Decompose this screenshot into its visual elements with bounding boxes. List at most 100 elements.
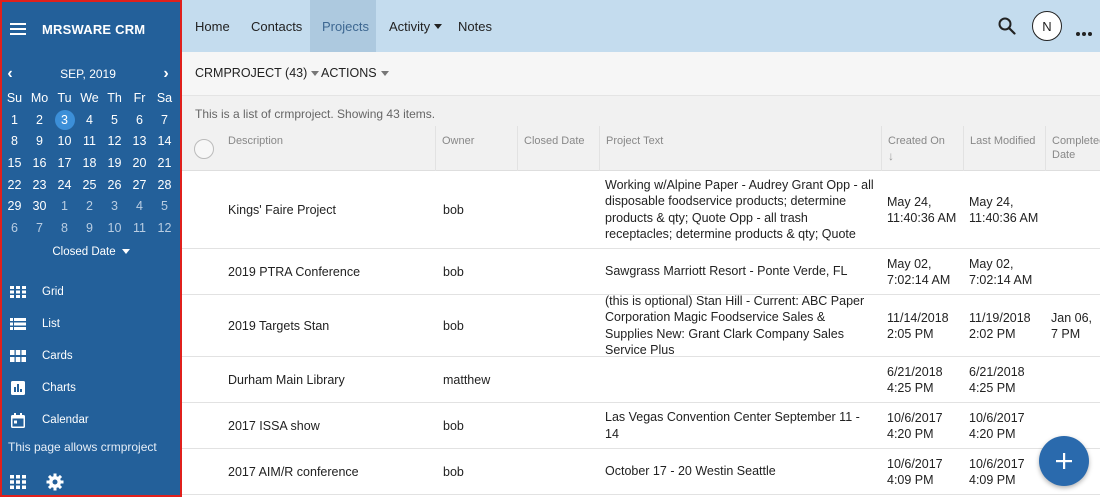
calendar-day[interactable]: 14 [152, 134, 177, 148]
calendar-day-next-month[interactable]: 8 [52, 221, 77, 235]
calendar-day-next-month[interactable]: 7 [27, 221, 52, 235]
view-list[interactable]: List [2, 308, 180, 340]
calendar-day[interactable]: 24 [52, 178, 77, 192]
table-row[interactable]: 2017 AIM/R conference bob October 17 - 2… [182, 449, 1100, 495]
cell-closed-date [517, 295, 599, 356]
chevron-right-icon[interactable]: › [160, 65, 172, 83]
cell-created-on: 6/21/2018 4:25 PM [887, 364, 943, 395]
calendar-day[interactable]: 22 [2, 178, 27, 192]
calendar-day[interactable]: 21 [152, 156, 177, 170]
cell-completed-date [1045, 249, 1100, 294]
calendar-day[interactable]: 5 [102, 113, 127, 127]
calendar-day-next-month[interactable]: 2 [77, 199, 102, 213]
calendar-week: 6 7 8 9 10 11 12 [2, 217, 180, 239]
calendar-day-next-month[interactable]: 4 [127, 199, 152, 213]
avatar[interactable]: N [1032, 11, 1062, 41]
calendar-day[interactable]: 28 [152, 178, 177, 192]
calendar-day-next-month[interactable]: 5 [152, 199, 177, 213]
table-row[interactable]: 2019 Targets Stan bob (this is optional)… [182, 295, 1100, 357]
tab-home[interactable]: Home [183, 0, 242, 52]
column-project-text[interactable]: Project Text [599, 126, 881, 171]
view-calendar[interactable]: Calendar [2, 404, 180, 436]
calendar-day[interactable]: 6 [127, 113, 152, 127]
entity-label: CRMPROJECT (43) [195, 66, 308, 80]
calendar-day-next-month[interactable]: 1 [52, 199, 77, 213]
cell-closed-date [517, 357, 599, 402]
calendar-day[interactable]: 8 [2, 134, 27, 148]
cell-owner: bob [443, 318, 464, 333]
calendar-day-next-month[interactable]: 9 [77, 221, 102, 235]
calendar-day-next-month[interactable]: 12 [152, 221, 177, 235]
search-icon[interactable] [998, 17, 1016, 35]
calendar-day[interactable]: 25 [77, 178, 102, 192]
column-owner[interactable]: Owner [435, 126, 517, 171]
calendar-day[interactable]: 26 [102, 178, 127, 192]
calendar-day-next-month[interactable]: 6 [2, 221, 27, 235]
calendar-week: 1 2 3 4 5 6 7 [2, 109, 180, 131]
view-grid[interactable]: Grid [2, 276, 180, 308]
calendar-day[interactable]: 27 [127, 178, 152, 192]
more-options-icon[interactable] [1075, 24, 1093, 36]
view-charts[interactable]: Charts [2, 372, 180, 404]
tab-projects[interactable]: Projects [310, 0, 376, 52]
view-grid-label: Grid [42, 286, 64, 298]
today-label: 3 [54, 109, 75, 130]
calendar-day[interactable]: 4 [77, 113, 102, 127]
tab-notes[interactable]: Notes [446, 0, 504, 52]
calendar-day[interactable]: 18 [77, 156, 102, 170]
gear-icon[interactable] [46, 473, 64, 491]
calendar-day[interactable]: 1 [2, 113, 27, 127]
table-row[interactable]: 2017 ISSA show bob Las Vegas Convention … [182, 403, 1100, 449]
table-row[interactable]: 2019 PTRA Conference bob Sawgrass Marrio… [182, 249, 1100, 295]
calendar-day[interactable]: 11 [77, 134, 102, 148]
calendar-day[interactable]: 20 [127, 156, 152, 170]
column-description[interactable]: Description [222, 126, 435, 171]
weekday-label: Mo [30, 90, 49, 105]
calendar-day[interactable]: 15 [2, 156, 27, 170]
calendar-day[interactable]: 13 [127, 134, 152, 148]
actions-dropdown[interactable]: ACTIONS [321, 66, 389, 80]
cell-project-text: October 17 - 20 Westin Seattle [605, 464, 776, 479]
tab-activity[interactable]: Activity [377, 0, 454, 52]
cell-created-on: May 02, 7:02:14 AM [887, 256, 951, 287]
cell-completed-date [1045, 171, 1100, 248]
column-created-on[interactable]: Created On ↓ [881, 126, 963, 171]
mini-calendar: Su Mo Tu We Th Fr Sa 1 2 3 4 5 6 7 8 9 1… [2, 87, 180, 239]
tab-activity-label: Activity [389, 18, 431, 34]
calendar-week: 15 16 17 18 19 20 21 [2, 152, 180, 174]
calendar-day-next-month[interactable]: 10 [102, 221, 127, 235]
calendar-day-today[interactable]: 3 [52, 109, 77, 130]
calendar-month-label: SEP, 2019 [60, 67, 116, 81]
calendar-day[interactable]: 17 [52, 156, 77, 170]
add-record-button[interactable] [1039, 436, 1089, 486]
calendar-day[interactable]: 23 [27, 178, 52, 192]
select-all-checkbox[interactable] [194, 139, 214, 159]
view-cards[interactable]: Cards [2, 340, 180, 372]
table-row[interactable]: Durham Main Library matthew 6/21/2018 4:… [182, 357, 1100, 403]
chevron-left-icon[interactable]: ‹ [4, 65, 16, 83]
calendar-day-next-month[interactable]: 3 [102, 199, 127, 213]
column-last-modified[interactable]: Last Modified [963, 126, 1045, 171]
tab-contacts[interactable]: Contacts [239, 0, 314, 52]
calendar-week: 22 23 24 25 26 27 28 [2, 174, 180, 196]
apps-grid-icon[interactable] [10, 475, 26, 489]
entity-dropdown[interactable]: CRMPROJECT (43) [195, 66, 320, 80]
calendar-day[interactable]: 16 [27, 156, 52, 170]
calendar-day[interactable]: 29 [2, 199, 27, 213]
calendar-day-next-month[interactable]: 11 [127, 221, 152, 235]
column-completed-date[interactable]: Completed Date [1045, 126, 1100, 171]
closed-date-filter[interactable]: Closed Date [2, 246, 180, 258]
cell-last-modified: May 24, 11:40:36 AM [969, 194, 1039, 225]
cell-description: Kings' Faire Project [228, 202, 336, 217]
calendar-day[interactable]: 30 [27, 199, 52, 213]
calendar-day[interactable]: 12 [102, 134, 127, 148]
calendar-day[interactable]: 2 [27, 113, 52, 127]
hamburger-menu-icon[interactable] [10, 23, 26, 35]
cell-last-modified: 6/21/2018 4:25 PM [969, 364, 1025, 395]
calendar-day[interactable]: 19 [102, 156, 127, 170]
column-closed-date[interactable]: Closed Date [517, 126, 599, 171]
calendar-day[interactable]: 9 [27, 134, 52, 148]
table-row[interactable]: Kings' Faire Project bob Working w/Alpin… [182, 171, 1100, 249]
calendar-day[interactable]: 7 [152, 113, 177, 127]
calendar-day[interactable]: 10 [52, 134, 77, 148]
